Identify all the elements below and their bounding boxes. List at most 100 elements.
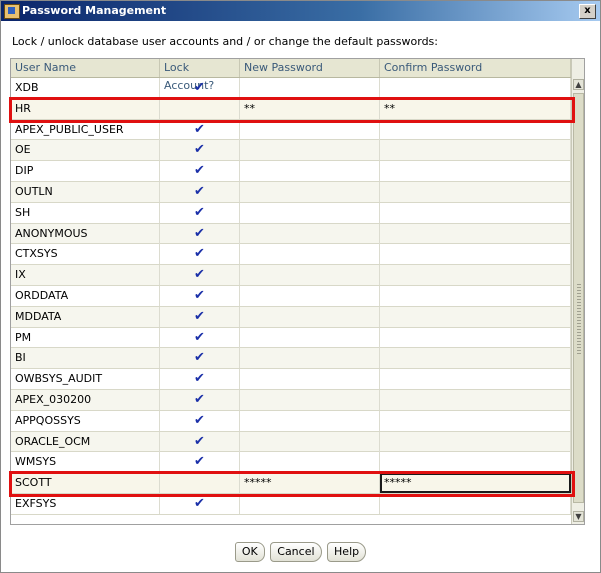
ok-button[interactable]: OK	[234, 542, 265, 562]
confirm-password-cell[interactable]	[380, 244, 571, 265]
table-row[interactable]: XDB ✔	[11, 78, 571, 99]
table-row[interactable]: PM ✔	[11, 327, 571, 349]
new-password-cell[interactable]	[240, 223, 380, 244]
confirm-password-cell[interactable]	[380, 493, 571, 514]
user-name-cell: ANONYMOUS	[11, 223, 160, 244]
new-password-cell[interactable]	[240, 265, 380, 286]
new-password-cell[interactable]	[240, 369, 380, 390]
confirm-password-cell[interactable]	[380, 410, 571, 431]
cancel-button[interactable]: Cancel	[270, 542, 322, 562]
new-password-cell[interactable]	[240, 431, 380, 452]
column-header-user-name[interactable]: User Name	[11, 59, 160, 77]
lock-account-cell[interactable]	[160, 473, 240, 494]
table-row[interactable]: APPQOSSYS ✔	[11, 410, 571, 432]
confirm-password-cell[interactable]	[380, 431, 571, 452]
new-password-cell[interactable]	[240, 161, 380, 182]
table-row[interactable]: CTXSYS ✔	[11, 244, 571, 266]
table-row[interactable]: IX ✔	[11, 265, 571, 286]
scrollbar-thumb[interactable]	[573, 93, 584, 503]
confirm-password-cell[interactable]	[380, 119, 571, 140]
new-password-cell[interactable]	[240, 493, 380, 514]
confirm-password-cell[interactable]	[380, 327, 571, 348]
new-password-cell[interactable]	[240, 327, 380, 348]
lock-account-cell[interactable]: ✔	[160, 493, 240, 514]
lock-account-cell[interactable]: ✔	[160, 202, 240, 223]
confirm-password-cell[interactable]	[380, 202, 571, 223]
table-row[interactable]: EXFSYS ✔	[11, 493, 571, 515]
new-password-cell[interactable]	[240, 348, 380, 369]
confirm-password-cell[interactable]	[380, 181, 571, 202]
checkmark-icon: ✔	[194, 433, 205, 449]
confirm-password-cell[interactable]	[380, 78, 571, 98]
lock-account-cell[interactable]: ✔	[160, 161, 240, 182]
confirm-password-cell[interactable]	[380, 348, 571, 369]
new-password-cell[interactable]	[240, 119, 380, 140]
confirm-password-cell[interactable]	[380, 223, 571, 244]
lock-account-cell[interactable]: ✔	[160, 140, 240, 161]
confirm-password-cell[interactable]	[380, 265, 571, 286]
lock-account-cell[interactable]: ✔	[160, 285, 240, 306]
lock-account-cell[interactable]: ✔	[160, 244, 240, 265]
table-row[interactable]: MDDATA ✔	[11, 306, 571, 328]
lock-account-cell[interactable]: ✔	[160, 181, 240, 202]
new-password-cell[interactable]	[240, 285, 380, 306]
new-password-cell[interactable]	[240, 140, 380, 161]
help-button[interactable]: Help	[327, 542, 367, 562]
table-row[interactable]: OWBSYS_AUDIT ✔	[11, 369, 571, 390]
lock-account-cell[interactable]: ✔	[160, 431, 240, 452]
confirm-password-cell[interactable]	[380, 306, 571, 327]
new-password-cell[interactable]	[240, 306, 380, 327]
table-row[interactable]: APEX_030200 ✔	[11, 389, 571, 411]
lock-account-cell[interactable]: ✔	[160, 223, 240, 244]
lock-account-cell[interactable]	[160, 98, 240, 119]
new-password-cell[interactable]	[240, 78, 380, 98]
lock-account-cell[interactable]: ✔	[160, 265, 240, 286]
lock-account-cell[interactable]: ✔	[160, 389, 240, 410]
new-password-cell[interactable]	[240, 181, 380, 202]
confirm-password-cell[interactable]	[380, 161, 571, 182]
table-row[interactable]: ORDDATA ✔	[11, 285, 571, 307]
column-header-lock-account[interactable]: Lock Account?	[160, 59, 240, 92]
confirm-password-cell[interactable]	[380, 285, 571, 306]
table-row[interactable]: ANONYMOUS ✔	[11, 223, 571, 245]
table-row[interactable]: WMSYS ✔	[11, 452, 571, 474]
lock-account-cell[interactable]: ✔	[160, 369, 240, 390]
confirm-password-cell[interactable]	[380, 369, 571, 390]
checkmark-icon: ✔	[194, 391, 205, 407]
table-row[interactable]: DIP ✔	[11, 161, 571, 182]
lock-account-cell[interactable]: ✔	[160, 78, 240, 98]
new-password-cell[interactable]	[240, 452, 380, 473]
lock-account-cell[interactable]: ✔	[160, 410, 240, 431]
table-row[interactable]: SH ✔	[11, 202, 571, 224]
table-row[interactable]: SCOTT ***** *****	[11, 473, 571, 494]
lock-account-cell[interactable]: ✔	[160, 306, 240, 327]
confirm-password-cell[interactable]: **	[380, 98, 571, 119]
table-row[interactable]: OUTLN ✔	[11, 181, 571, 203]
new-password-cell[interactable]: *****	[240, 473, 380, 494]
lock-account-cell[interactable]: ✔	[160, 327, 240, 348]
table-row[interactable]: OE ✔	[11, 140, 571, 162]
new-password-cell[interactable]: **	[240, 98, 380, 119]
table-row[interactable]: ORACLE_OCM ✔	[11, 431, 571, 453]
confirm-password-cell[interactable]: *****	[380, 473, 571, 494]
confirm-password-cell[interactable]	[380, 389, 571, 410]
table-row[interactable]: HR ** **	[11, 98, 571, 120]
lock-account-cell[interactable]: ✔	[160, 119, 240, 140]
confirm-password-cell[interactable]	[380, 140, 571, 161]
new-password-cell[interactable]	[240, 244, 380, 265]
column-header-confirm-password[interactable]: Confirm Password	[380, 59, 571, 77]
table-row[interactable]: APEX_PUBLIC_USER ✔	[11, 119, 571, 141]
lock-account-cell[interactable]: ✔	[160, 452, 240, 473]
new-password-cell[interactable]	[240, 389, 380, 410]
confirm-password-cell[interactable]	[380, 452, 571, 473]
scroll-up-icon[interactable]: ▲	[573, 79, 584, 90]
new-password-cell[interactable]	[240, 202, 380, 223]
lock-account-cell[interactable]: ✔	[160, 348, 240, 369]
user-name-cell: IX	[11, 265, 160, 286]
scroll-down-icon[interactable]: ▼	[573, 511, 584, 522]
close-button[interactable]: x	[579, 4, 596, 19]
vertical-scrollbar[interactable]: ▲ ▼	[571, 59, 584, 524]
new-password-cell[interactable]	[240, 410, 380, 431]
column-header-new-password[interactable]: New Password	[240, 59, 380, 77]
table-row[interactable]: BI ✔	[11, 348, 571, 370]
